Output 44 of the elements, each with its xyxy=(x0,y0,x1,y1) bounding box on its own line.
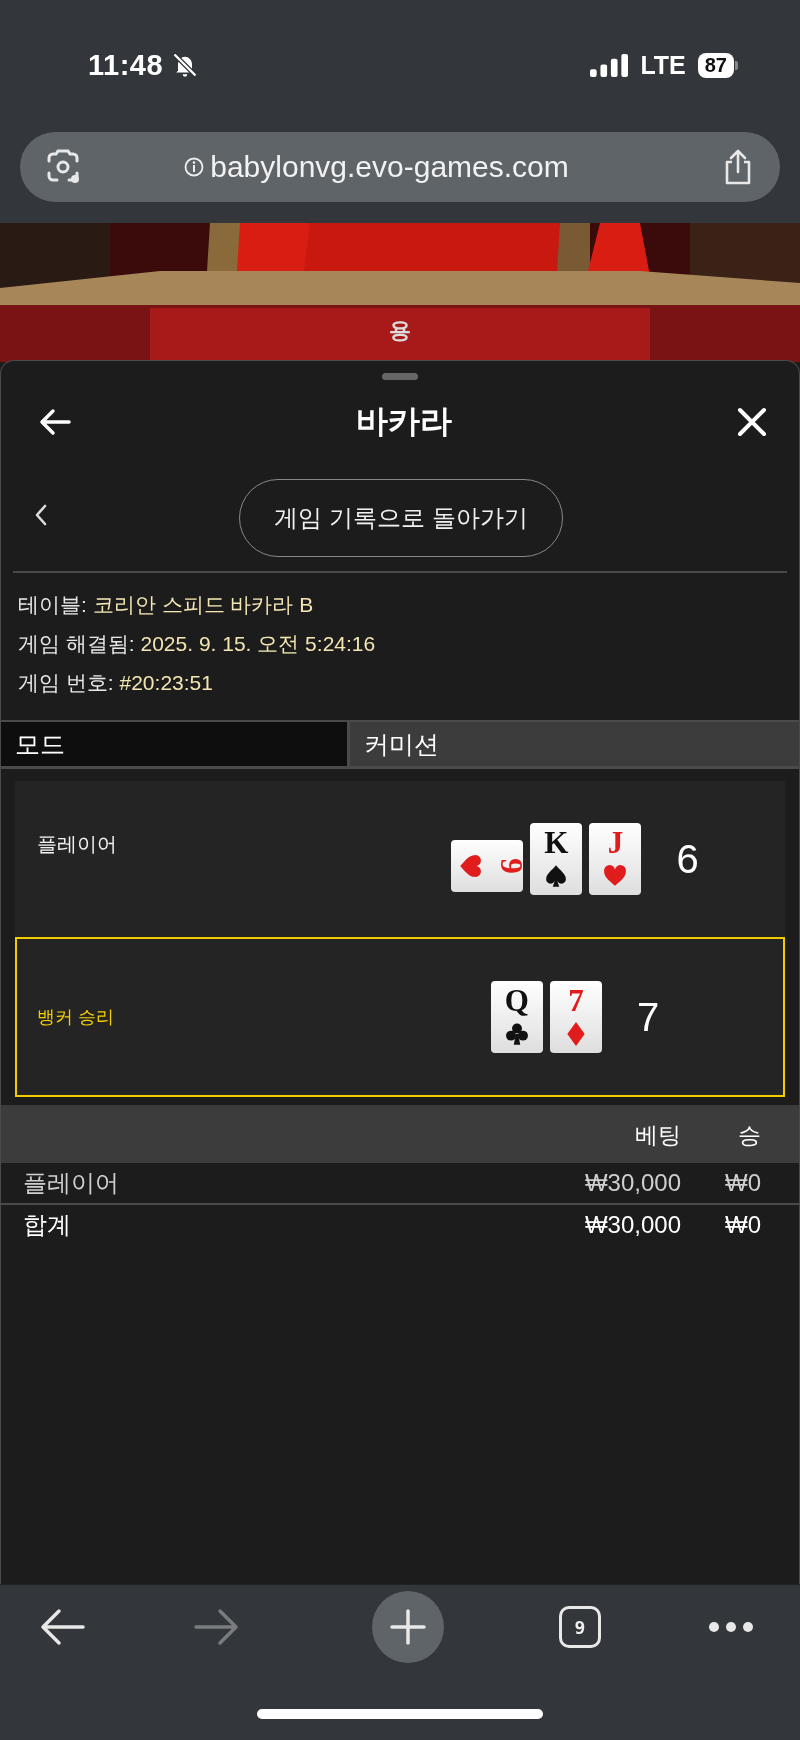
column-header: 베팅 xyxy=(635,1121,681,1150)
card-rank: 7 xyxy=(568,986,584,1016)
more-icon[interactable] xyxy=(708,1621,754,1633)
back-arrow-icon[interactable] xyxy=(39,408,71,436)
bell-slash-icon xyxy=(171,51,200,79)
network-label: LTE xyxy=(640,50,686,80)
table-cell-text: ₩30,000 xyxy=(583,1211,681,1239)
info-line: 테이블: 코리안 스피드 바카라 B xyxy=(18,592,315,618)
table-cell-text: ₩0 xyxy=(724,1211,761,1239)
table-cell-text: ₩0 xyxy=(724,1169,761,1197)
card-rank: Q xyxy=(504,986,529,1016)
address-bar[interactable]: babylonvg.evo-games.com xyxy=(20,132,780,202)
tab-count-button[interactable]: 9 xyxy=(559,1606,601,1648)
forward-arrow-icon[interactable] xyxy=(193,1607,239,1647)
club-icon xyxy=(503,1021,530,1047)
card-rank: 9 xyxy=(495,858,526,874)
table-cell-text: ₩30,000 xyxy=(583,1169,681,1197)
info-icon xyxy=(184,157,205,177)
hand-label: 뱅커 승리 xyxy=(36,1006,115,1029)
battery-indicator: 87 xyxy=(697,52,734,78)
sheet-title: 바카라 xyxy=(356,402,452,441)
hand-label: 플레이어 xyxy=(36,831,118,857)
signal-icon xyxy=(590,53,629,77)
hand-score: 6 xyxy=(676,836,699,882)
url-text: babylonvg.evo-games.com xyxy=(210,150,569,184)
tab[interactable]: 모드 xyxy=(1,722,347,766)
info-line: 게임 해결됨: 2025. 9. 15. 오전 5:24:16 xyxy=(18,631,377,657)
video-overlay-label: 용 xyxy=(389,318,411,343)
drag-handle[interactable] xyxy=(382,373,418,380)
table-cell-text: 합계 xyxy=(23,1210,72,1240)
battery-tip xyxy=(735,60,738,70)
status-time: 11:48 xyxy=(88,48,164,82)
back-arrow-icon[interactable] xyxy=(40,1607,86,1647)
chevron-left-icon[interactable] xyxy=(35,504,47,526)
column-header: 승 xyxy=(737,1121,761,1150)
card-rank: K xyxy=(544,828,569,858)
info-line: 게임 번호: #20:23:51 xyxy=(18,670,214,696)
plus-icon xyxy=(390,1609,426,1645)
hand-score: 7 xyxy=(636,994,660,1040)
camera-scan-icon[interactable] xyxy=(45,149,81,185)
card-rank: J xyxy=(607,828,624,858)
tab[interactable]: 커미션 xyxy=(347,722,799,766)
close-icon[interactable] xyxy=(737,407,767,437)
table-cell-text: 플레이어 xyxy=(23,1168,120,1198)
